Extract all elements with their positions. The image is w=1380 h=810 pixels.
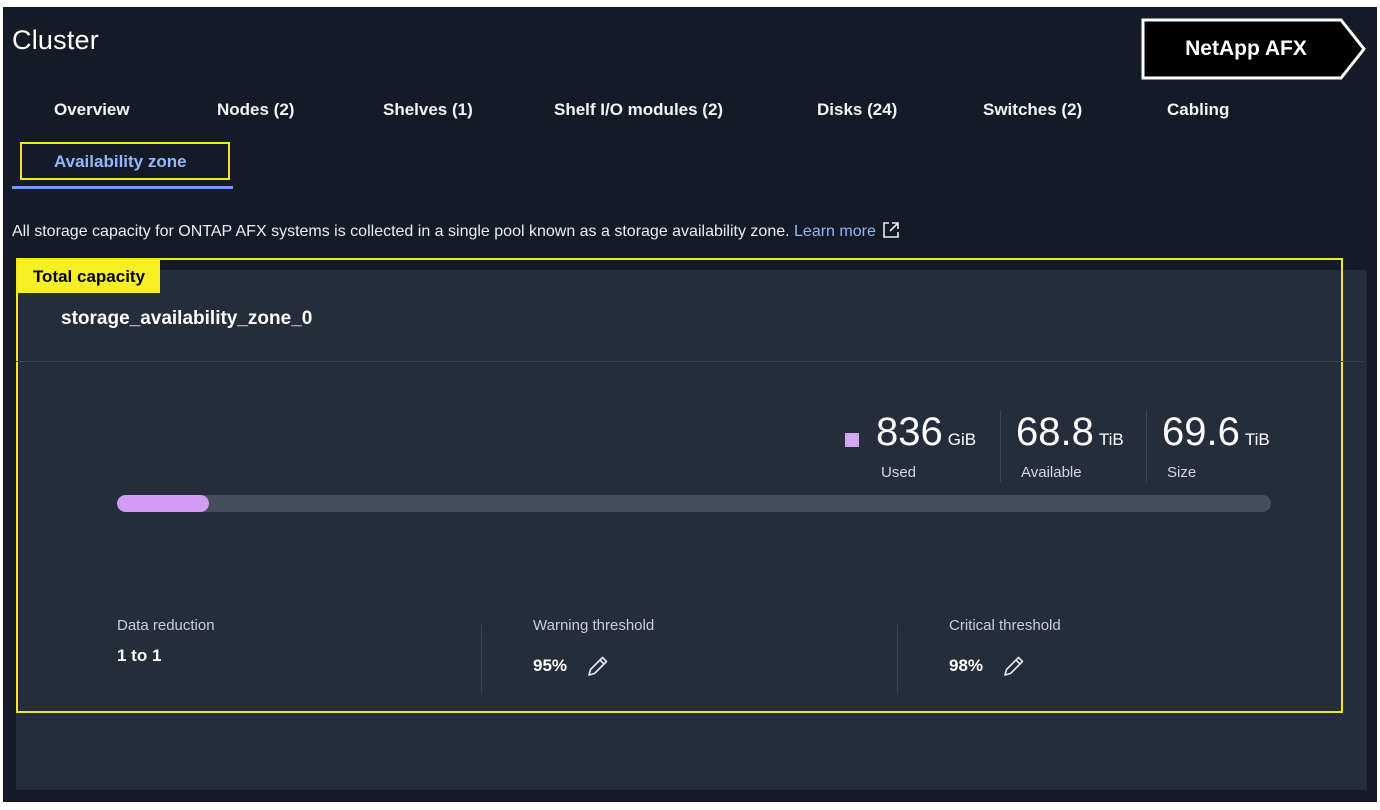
- size-value: 69.6: [1162, 410, 1240, 454]
- warning-threshold-value: 95%: [533, 656, 568, 675]
- warning-threshold-label: Warning threshold: [533, 617, 655, 634]
- tab-overview[interactable]: Overview: [54, 100, 130, 120]
- tab-availability-zone[interactable]: Availability zone: [54, 152, 187, 172]
- used-stat: 836 GiB: [876, 410, 976, 455]
- critical-threshold-label: Critical threshold: [949, 617, 1061, 634]
- used-legend-swatch: [845, 433, 859, 447]
- tab-cabling[interactable]: Cabling: [1167, 100, 1229, 120]
- tab-nodes[interactable]: Nodes (2): [217, 100, 294, 120]
- pencil-icon[interactable]: [1002, 654, 1026, 678]
- total-capacity-badge: Total capacity: [18, 260, 160, 293]
- panel-divider: [16, 361, 1364, 362]
- intro-text: All storage capacity for ONTAP AFX syste…: [12, 221, 900, 241]
- metric-separator: [897, 625, 898, 693]
- tab-switches[interactable]: Switches (2): [983, 100, 1082, 120]
- active-tab-underline: [12, 186, 233, 189]
- available-value: 68.8: [1016, 410, 1094, 454]
- size-unit: TiB: [1244, 430, 1270, 449]
- available-stat: 68.8 TiB: [1016, 410, 1124, 455]
- stat-separator: [1000, 410, 1001, 482]
- used-label: Used: [881, 464, 917, 481]
- product-tag: NetApp AFX: [1141, 18, 1367, 80]
- stat-separator: [1146, 410, 1147, 482]
- pencil-icon[interactable]: [586, 654, 610, 678]
- used-value: 836: [876, 410, 943, 454]
- capacity-usage-bar: [117, 495, 1271, 512]
- data-reduction-value: 1 to 1: [117, 646, 162, 665]
- learn-more-link[interactable]: Learn more: [794, 223, 876, 240]
- available-unit: TiB: [1098, 430, 1124, 449]
- available-label: Available: [1021, 464, 1082, 481]
- external-link-icon[interactable]: [882, 221, 900, 239]
- used-unit: GiB: [947, 430, 977, 449]
- size-label: Size: [1167, 464, 1197, 481]
- zone-name: storage_availability_zone_0: [61, 308, 313, 329]
- size-stat: 69.6 TiB: [1162, 410, 1270, 455]
- screenshot-frame: Cluster NetApp AFX Overview Nodes (2) Sh…: [0, 0, 1380, 810]
- capacity-usage-fill: [117, 495, 210, 512]
- data-reduction-label: Data reduction: [117, 617, 215, 634]
- page-title: Cluster: [12, 25, 99, 55]
- product-tag-label: NetApp AFX: [1185, 37, 1307, 60]
- tab-shelf-io-modules[interactable]: Shelf I/O modules (2): [554, 100, 723, 120]
- tab-disks[interactable]: Disks (24): [817, 100, 897, 120]
- tab-shelves[interactable]: Shelves (1): [383, 100, 473, 120]
- critical-threshold-value: 98%: [949, 656, 984, 675]
- intro-description: All storage capacity for ONTAP AFX syste…: [12, 223, 790, 240]
- metric-separator: [481, 625, 482, 693]
